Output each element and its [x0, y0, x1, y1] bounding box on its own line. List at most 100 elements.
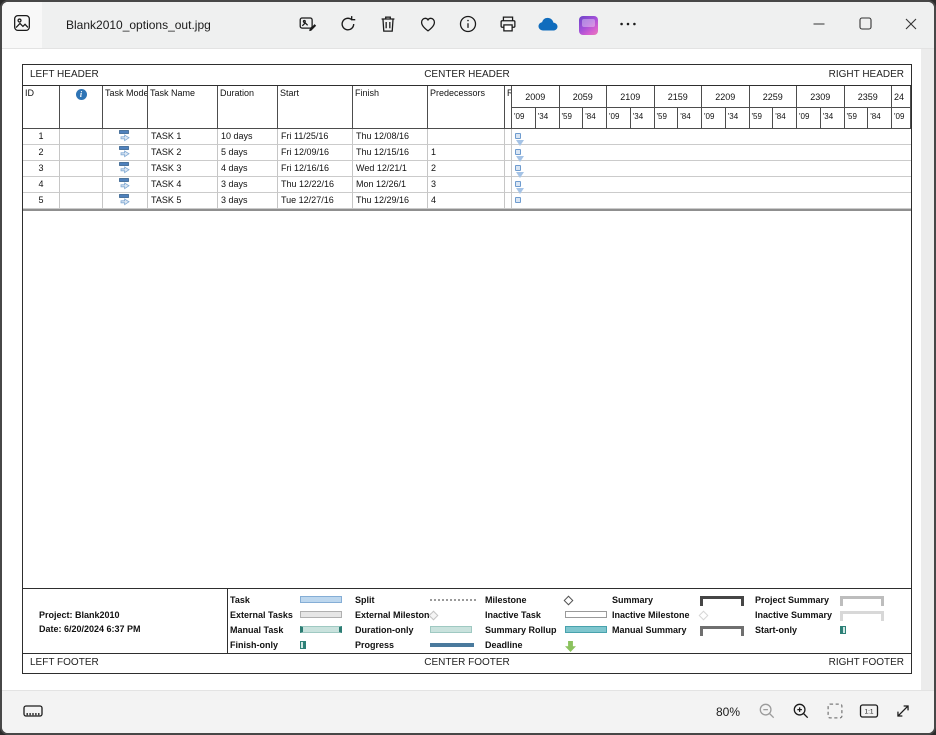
rotate-button[interactable] [332, 9, 364, 41]
legend-swatch-task [300, 596, 342, 603]
minimize-button[interactable] [796, 2, 842, 48]
see-more-button[interactable] [612, 9, 644, 41]
timeline-header: 2009205921092159220922592309235924 '09'3… [512, 86, 911, 129]
legend-label-manual-task: Manual Task [230, 625, 283, 635]
edit-image-icon [297, 13, 319, 38]
gantt-task-bar [515, 149, 521, 155]
right-footer: RIGHT FOOTER [829, 657, 904, 668]
zoom-in-button[interactable] [784, 696, 818, 728]
heart-icon [417, 13, 439, 38]
delete-icon [377, 13, 399, 38]
legend-label-inactive-summary: Inactive Summary [755, 610, 832, 620]
cell-truncated [505, 161, 512, 177]
cell-start: Tue 12/27/16 [278, 193, 353, 209]
column-header-id: ID [23, 86, 60, 129]
onedrive-button[interactable] [532, 9, 564, 41]
cell-task-mode [103, 193, 148, 209]
timeline-subyear-cell: '09 [512, 108, 536, 129]
cell-predecessors [428, 129, 505, 145]
timeline-year-cell: 2259 [750, 86, 798, 108]
gantt-task-bar [515, 181, 521, 187]
print-button[interactable] [492, 9, 524, 41]
cell-start: Fri 11/25/16 [278, 129, 353, 145]
page-header-band: LEFT HEADER CENTER HEADER RIGHT HEADER [23, 65, 911, 86]
cell-task-name: TASK 3 [148, 161, 218, 177]
cell-task-mode [103, 145, 148, 161]
fullscreen-icon [892, 700, 914, 725]
cell-predecessors: 4 [428, 193, 505, 209]
legend-label-external-tasks: External Tasks [230, 610, 293, 620]
svg-text:1:1: 1:1 [864, 708, 873, 715]
fit-to-window-icon [824, 700, 846, 725]
cell-finish: Mon 12/26/1 [353, 177, 428, 193]
fit-to-window-button[interactable] [818, 696, 852, 728]
center-header: CENTER HEADER [23, 69, 911, 80]
task-mode-icon [119, 130, 132, 144]
cell-duration: 10 days [218, 129, 278, 145]
cell-task-name: TASK 5 [148, 193, 218, 209]
legend-label-milestone: Milestone [485, 595, 527, 605]
legend-label-finish-only: Finish-only [230, 640, 278, 650]
designer-icon [579, 16, 598, 35]
timeline-subyear-cell: '84 [678, 108, 702, 129]
legend-label-external-milestone: External Milestone [355, 610, 435, 620]
actual-size-button[interactable]: 1:1 [852, 696, 886, 728]
project-date: Date: 6/20/2024 6:37 PM [39, 622, 227, 636]
app-logo-tile[interactable] [2, 2, 42, 48]
image-canvas[interactable]: LEFT HEADER CENTER HEADER RIGHT HEADER I… [2, 48, 934, 691]
legend-box: Project: Blank2010 Date: 6/20/2024 6:37 … [23, 588, 911, 654]
info-button[interactable] [452, 9, 484, 41]
gantt-task-bar [515, 197, 521, 203]
edit-image-button[interactable] [292, 9, 324, 41]
actual-size-icon: 1:1 [857, 699, 881, 726]
cell-predecessors: 2 [428, 161, 505, 177]
column-header-task-name: Task Name [148, 86, 218, 129]
project-info-cell: Project: Blank2010 Date: 6/20/2024 6:37 … [23, 589, 228, 654]
close-button[interactable] [888, 2, 934, 48]
cell-indicator [60, 129, 103, 145]
timeline-subyear-cell: '84 [868, 108, 892, 129]
window-controls [796, 2, 934, 48]
delete-button[interactable] [372, 9, 404, 41]
legend-swatch-milestone [564, 596, 574, 606]
favorite-button[interactable] [412, 9, 444, 41]
filmstrip-toggle-button[interactable] [16, 696, 50, 728]
gantt-printout-page: LEFT HEADER CENTER HEADER RIGHT HEADER I… [22, 64, 912, 674]
designer-button[interactable] [572, 9, 604, 41]
timeline-subyear-cell: '34 [631, 108, 655, 129]
timeline-year-cell: 24 [892, 86, 911, 108]
maximize-button[interactable] [842, 2, 888, 48]
cell-task-name: TASK 1 [148, 129, 218, 145]
scrollbar-track[interactable] [921, 49, 934, 690]
timeline-subyear-cell: '59 [845, 108, 869, 129]
table-header-row: IDiTask ModeTask NameDurationStartFinish… [23, 86, 512, 129]
timeline-year-cell: 2009 [512, 86, 560, 108]
timeline-year-cell: 2109 [607, 86, 655, 108]
cell-duration: 3 days [218, 177, 278, 193]
gantt-row [512, 177, 911, 193]
timeline-year-cell: 2059 [560, 86, 608, 108]
cell-indicator [60, 177, 103, 193]
legend-swatch-inactive-task [565, 611, 607, 618]
cell-indicator [60, 161, 103, 177]
legend-swatch-progress [430, 643, 474, 647]
column-header-predecessors: Predecessors [428, 86, 505, 129]
zoom-in-icon [790, 700, 812, 725]
table-bottom-divider [23, 209, 911, 211]
timeline-subyear-cell: '34 [726, 108, 750, 129]
cell-truncated [505, 193, 512, 209]
zoom-out-button[interactable] [750, 696, 784, 728]
task-mode-icon [119, 178, 132, 192]
fullscreen-button[interactable] [886, 696, 920, 728]
rotate-icon [337, 13, 359, 38]
photos-app-window: Blank2010_options_out.jpg [0, 0, 936, 735]
gantt-row [512, 193, 911, 209]
toolbar-actions [292, 9, 644, 41]
cell-id: 5 [23, 193, 60, 209]
legend-label-start-only: Start-only [755, 625, 797, 635]
info-icon [457, 13, 479, 38]
gantt-row [512, 129, 911, 145]
cell-task-name: TASK 2 [148, 145, 218, 161]
timeline-subyear-cell: '09 [892, 108, 911, 129]
column-header-task-mode: Task Mode [103, 86, 148, 129]
